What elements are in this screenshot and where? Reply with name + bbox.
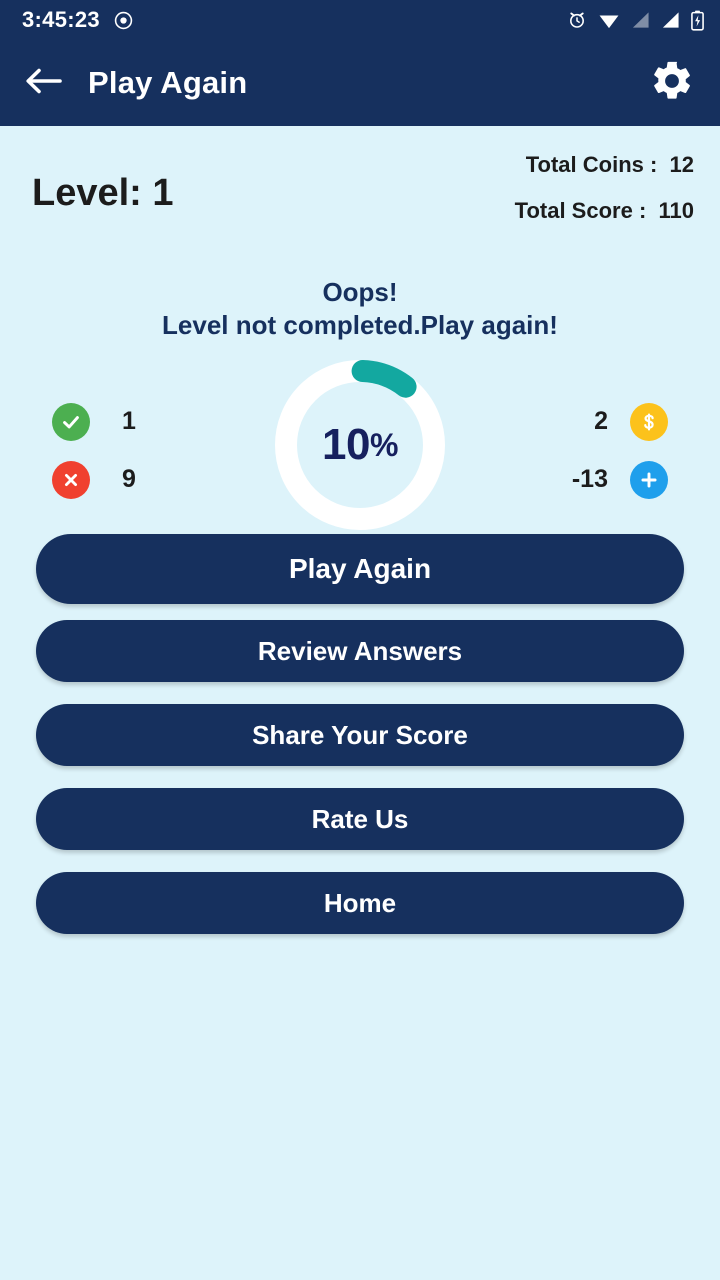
- result-message-line-1: Oops!: [322, 277, 398, 307]
- signal-1-icon: [631, 11, 650, 29]
- stats-right: 2 -13: [562, 402, 668, 500]
- stat-bonus: -13: [562, 460, 668, 500]
- stat-correct-value: 1: [122, 407, 136, 435]
- header-row: Level: 1 Total Coins : 12 Total Score : …: [0, 126, 720, 244]
- home-button[interactable]: Home: [36, 872, 684, 934]
- result-message: Oops! Level not completed.Play again!: [0, 276, 720, 342]
- wifi-icon: [598, 11, 620, 29]
- stat-coins: 2: [562, 402, 668, 442]
- settings-button[interactable]: [646, 57, 698, 109]
- share-your-score-button[interactable]: Share Your Score: [36, 704, 684, 766]
- plus-circle-icon: [630, 460, 668, 499]
- stats-left: 1 9: [52, 402, 168, 500]
- progress-gauge: 10%: [273, 358, 447, 532]
- signal-2-icon: [661, 11, 680, 29]
- totals-block: Total Coins : 12 Total Score : 110: [515, 148, 694, 244]
- app-bar-title: Play Again: [88, 65, 248, 100]
- check-circle-icon: [52, 402, 90, 441]
- gauge-label: 10%: [273, 358, 447, 532]
- review-answers-button[interactable]: Review Answers: [36, 620, 684, 682]
- gauge-percent-symbol: %: [370, 426, 398, 463]
- back-button[interactable]: [20, 60, 66, 106]
- battery-charging-icon: [691, 10, 704, 31]
- back-arrow-icon: [23, 65, 63, 102]
- total-score-label: Total Score : 110: [514, 198, 694, 223]
- play-again-button[interactable]: Play Again: [36, 534, 684, 604]
- stat-wrong-value: 9: [122, 465, 136, 493]
- status-bar-right: [567, 10, 704, 31]
- rate-us-button[interactable]: Rate Us: [36, 788, 684, 850]
- cross-circle-icon: [52, 460, 90, 499]
- total-coins-label: Total Coins : 12: [525, 152, 694, 177]
- result-message-line-2: Level not completed.Play again!: [162, 309, 558, 340]
- level-label: Level: 1: [32, 172, 174, 214]
- record-circle-icon: [114, 11, 133, 30]
- action-buttons: Play Again Review Answers Share Your Sco…: [36, 534, 684, 956]
- alarm-icon: [567, 10, 587, 30]
- stat-correct: 1: [52, 402, 168, 442]
- stats-area: 1 9 10% 2 -13: [0, 358, 720, 558]
- gear-icon: [649, 58, 695, 109]
- stat-bonus-value: -13: [571, 465, 608, 493]
- coin-dollar-icon: [630, 402, 668, 441]
- status-bar: 3:45:23: [0, 0, 720, 40]
- status-bar-left: 3:45:23: [22, 7, 133, 33]
- stat-wrong: 9: [52, 460, 168, 500]
- gauge-percent-number: 10: [322, 419, 370, 469]
- stat-coins-value: 2: [594, 407, 608, 435]
- main-content: Level: 1 Total Coins : 12 Total Score : …: [0, 126, 720, 1280]
- status-time: 3:45:23: [22, 7, 100, 32]
- app-bar: Play Again: [0, 40, 720, 126]
